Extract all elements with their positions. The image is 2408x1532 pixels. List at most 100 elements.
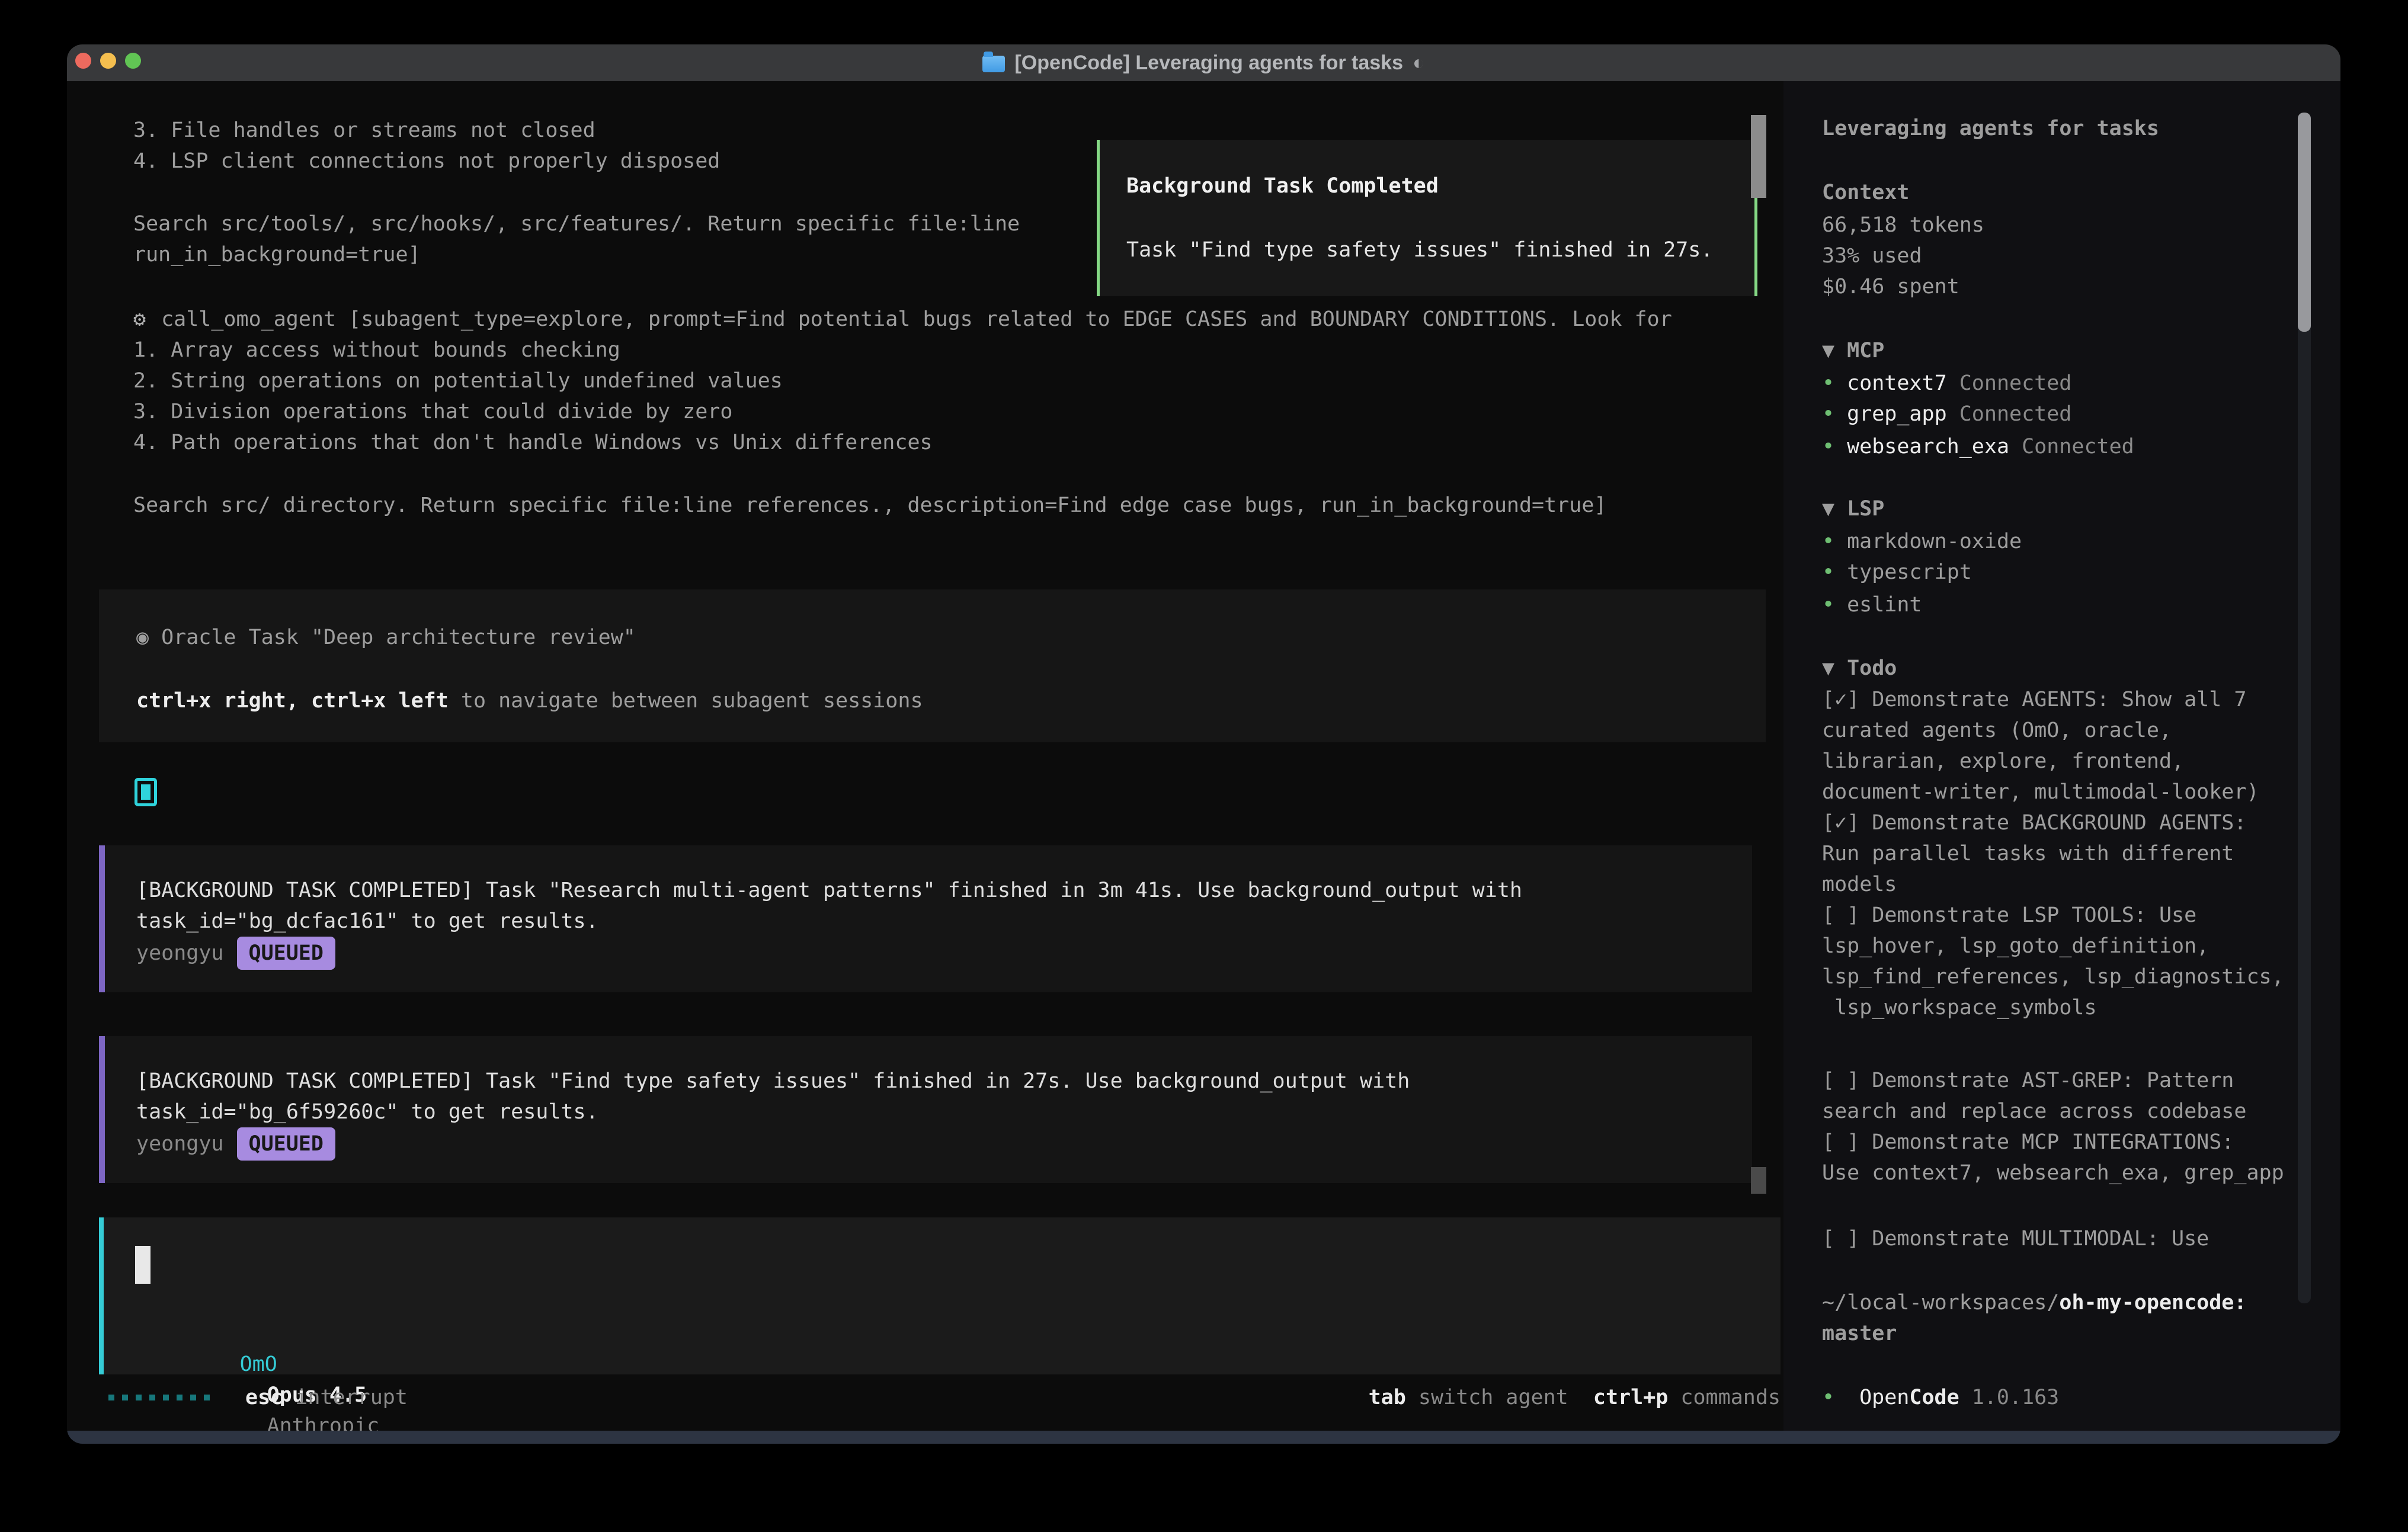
ctrlp-key-label: commands: [1668, 1386, 1781, 1409]
main-scrollbar-thumb-lower[interactable]: [1751, 1167, 1766, 1194]
transcript-line: 4. LSP client connections not properly d…: [133, 146, 720, 177]
context-used: 33% used: [1822, 241, 1922, 271]
window-title: [OpenCode] Leveraging agents for tasks: [1014, 52, 1403, 75]
transcript-line: 1. Array access without bounds checking: [133, 335, 620, 366]
transcript-line: 3. File handles or streams not closed: [133, 115, 595, 146]
transcript-line: 4. Path operations that don't handle Win…: [133, 427, 933, 458]
mcp-item: •websearch_exa Connected: [1822, 431, 2134, 462]
context-spent: $0.46 spent: [1822, 271, 1959, 302]
lsp-item: •typescript: [1822, 557, 1972, 588]
chevron-down-icon: ▼: [1822, 656, 1834, 680]
todo-item-pending: [ ] Demonstrate MCP INTEGRATIONS:: [1822, 1127, 2234, 1158]
bullet-icon: •: [1822, 593, 1834, 617]
oracle-hint-text: to navigate between subagent sessions: [449, 689, 923, 713]
maximize-button[interactable]: [125, 53, 141, 69]
todo-item-active: lsp_workspace_symbols: [1822, 992, 2097, 1023]
sidebar: Leveraging agents for tasks Context 66,5…: [1783, 81, 2340, 1431]
sidebar-scrollbar-thumb[interactable]: [2298, 113, 2311, 332]
close-button[interactable]: [75, 53, 91, 69]
notification-body: Task "Find type safety issues" finished …: [1126, 238, 1713, 262]
half-moon-icon: ◐: [1413, 52, 1425, 75]
context-tokens: 66,518 tokens: [1822, 210, 1984, 241]
folder-icon: [982, 56, 1005, 72]
todo-section-header: ▼Todo: [1822, 653, 1897, 684]
minimize-button[interactable]: [100, 53, 116, 69]
main-scrollbar-thumb[interactable]: [1751, 115, 1766, 198]
version-line: •OpenCode 1.0.163: [1822, 1382, 2059, 1413]
chevron-down-icon: ▼: [1822, 339, 1834, 363]
oracle-hint-keys: ctrl+x right, ctrl+x left: [136, 689, 449, 713]
context-heading: Context: [1822, 177, 1910, 208]
transcript-line: run_in_background=true]: [133, 239, 421, 270]
statusbar-right: tab switch agent ctrl+p commands: [1369, 1382, 1781, 1413]
bullet-icon: •: [1822, 371, 1834, 395]
chevron-down-icon: ▼: [1822, 497, 1834, 521]
text-cursor: [135, 1246, 150, 1284]
todo-item-done: [✓] Demonstrate BACKGROUND AGENTS:: [1822, 807, 2246, 838]
agent-icon: [135, 778, 157, 806]
prompt-input[interactable]: OmO Opus 4.5 Anthropic: [99, 1217, 1781, 1374]
opencode-window: [OpenCode] Leveraging agents for tasks ◐…: [67, 44, 2340, 1444]
spinner-icon: [108, 1395, 210, 1400]
transcript-line: Search src/tools/, src/hooks/, src/featu…: [133, 209, 1020, 239]
task-user: yeongyu: [136, 1132, 224, 1156]
tab-key-label: switch agent: [1406, 1386, 1568, 1409]
todo-item-done: curated agents (OmO, oracle,: [1822, 715, 2172, 746]
todo-item-done: [✓] Demonstrate AGENTS: Show all 7: [1822, 684, 2246, 715]
input-agent: OmO: [240, 1352, 277, 1376]
workspace-path: ~/local-workspaces/oh-my-opencode:: [1822, 1287, 2246, 1318]
statusbar-left: esc interrupt: [108, 1382, 408, 1413]
oracle-task-box: ◉Oracle Task "Deep architecture review" …: [99, 589, 1766, 742]
session-title: Leveraging agents for tasks: [1822, 113, 2159, 144]
task-line1: [BACKGROUND TASK COMPLETED] Task "Resear…: [136, 875, 1522, 906]
todo-item-pending: [ ] Demonstrate AST-GREP: Pattern: [1822, 1065, 2234, 1096]
transcript-line: Search src/ directory. Return specific f…: [133, 490, 1606, 521]
task-user: yeongyu: [136, 941, 224, 965]
bullet-icon: •: [1822, 402, 1834, 426]
input-footer: OmO Opus 4.5 Anthropic: [140, 1318, 379, 1444]
todo-item-done: document-writer, multimodal-looker): [1822, 777, 2259, 807]
status-badge: QUEUED: [237, 1127, 335, 1161]
bullet-icon: •: [1822, 560, 1834, 584]
todo-item-pending: [ ] Demonstrate MULTIMODAL: Use: [1822, 1223, 2209, 1254]
todo-item-done: models: [1822, 869, 1897, 900]
todo-item-done: Run parallel tasks with different: [1822, 838, 2234, 869]
mcp-item: •grep_app Connected: [1822, 399, 2071, 430]
status-badge: QUEUED: [237, 937, 335, 970]
background-task-notification: Background Task Completed Task "Find typ…: [1097, 140, 1757, 296]
todo-item-done: librarian, explore, frontend,: [1822, 746, 2184, 777]
window-title-group: [OpenCode] Leveraging agents for tasks ◐: [982, 52, 1424, 75]
task-line2: task_id="bg_6f59260c" to get results.: [136, 1097, 598, 1127]
todo-item-active: lsp_find_references, lsp_diagnostics,: [1822, 961, 2284, 992]
task-line2: task_id="bg_dcfac161" to get results.: [136, 906, 598, 937]
statusbar-gap: [1568, 1386, 1593, 1409]
todo-item-pending: search and replace across codebase: [1822, 1096, 2246, 1127]
lsp-section-header: ▼LSP: [1822, 493, 1884, 524]
todo-item-active: [ ] Demonstrate LSP TOOLS: Use: [1822, 900, 2196, 931]
esc-key-hint: esc: [245, 1386, 283, 1409]
tool-call-text: call_omo_agent [subagent_type=explore, p…: [161, 307, 1672, 331]
oracle-icon: ◉: [136, 626, 149, 649]
todo-item-active: lsp_hover, lsp_goto_definition,: [1822, 931, 2209, 961]
notification-title: Background Task Completed: [1126, 174, 1439, 198]
task-meta-row: yeongyu QUEUED: [136, 1127, 335, 1161]
mcp-section-header: ▼MCP: [1822, 335, 1884, 366]
mcp-item: •context7 Connected: [1822, 368, 2071, 399]
bullet-icon: •: [1822, 435, 1834, 459]
task-meta-row: yeongyu QUEUED: [136, 937, 335, 970]
bullet-icon: •: [1822, 530, 1834, 553]
esc-key-label: interrupt: [283, 1386, 408, 1409]
titlebar: [OpenCode] Leveraging agents for tasks ◐: [67, 44, 2340, 81]
oracle-title-line: ◉ Oracle Task "Deep architecture review": [136, 622, 636, 653]
lsp-item: •eslint: [1822, 589, 1922, 620]
traffic-lights: [75, 53, 141, 69]
oracle-hint-line: ctrl+x right, ctrl+x left to navigate be…: [136, 685, 923, 716]
oracle-title: Oracle Task "Deep architecture review": [161, 626, 636, 649]
tab-key-hint: tab: [1369, 1386, 1406, 1409]
task-line1: [BACKGROUND TASK COMPLETED] Task "Find t…: [136, 1066, 1410, 1097]
ctrlp-key-hint: ctrl+p: [1593, 1386, 1668, 1409]
transcript-line: 2. String operations on potentially unde…: [133, 366, 783, 396]
gear-icon: ⚙: [133, 307, 146, 331]
transcript-line: 3. Division operations that could divide…: [133, 396, 732, 427]
window-footer-bar: [67, 1431, 2340, 1444]
